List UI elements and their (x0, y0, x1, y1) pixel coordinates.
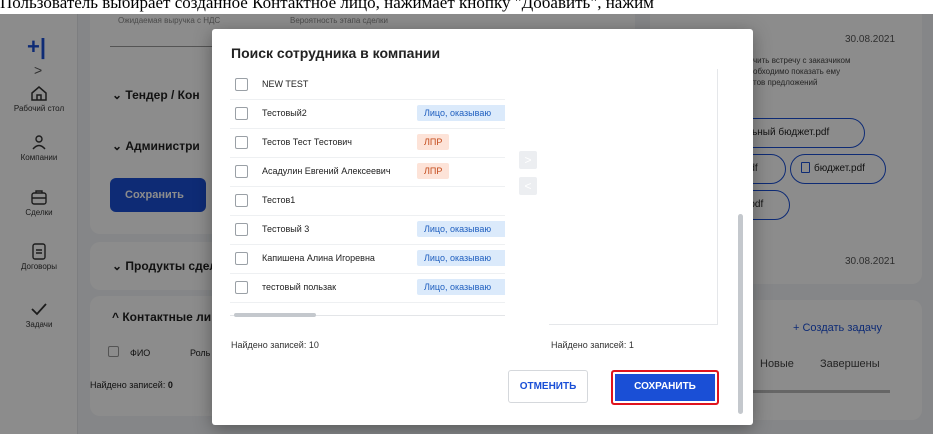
role-tag: Лицо, оказываю (417, 250, 505, 266)
employee-name: Тестов Тест Тестович (262, 137, 352, 147)
employee-name: тестовый пользак (262, 282, 337, 292)
selected-list (549, 69, 718, 325)
employee-list: NEW TEST Тестовый2 Лицо, оказываю Тестов… (230, 71, 505, 321)
dialog-title: Поиск сотрудника в компании (231, 45, 441, 61)
list-item[interactable]: Капишена Алина Игоревна Лицо, оказываю (230, 245, 505, 274)
role-tag: ЛПР (417, 163, 450, 179)
employee-name: Тестовый 3 (262, 224, 310, 234)
row-checkbox[interactable] (235, 107, 248, 120)
employee-name: NEW TEST (262, 79, 309, 89)
found-left: Найдено записей: 10 (231, 340, 319, 350)
caption-text: Пользователь выбирает созданное Контактн… (0, 0, 654, 12)
list-item[interactable]: Асадулин Евгений Алексеевич ЛПР (230, 158, 505, 187)
row-checkbox[interactable] (235, 281, 248, 294)
list-item[interactable]: Тестов Тест Тестович ЛПР (230, 129, 505, 158)
cancel-button[interactable]: ОТМЕНИТЬ (508, 370, 588, 403)
horizontal-scrollbar-thumb[interactable] (234, 313, 316, 317)
employee-name: Тестовый2 (262, 108, 307, 118)
role-tag: Лицо, оказываю (417, 279, 505, 295)
vertical-scrollbar[interactable] (738, 214, 743, 414)
role-tag: ЛПР (417, 134, 450, 150)
row-checkbox[interactable] (235, 78, 248, 91)
row-checkbox[interactable] (235, 194, 248, 207)
list-item[interactable]: NEW TEST (230, 71, 505, 100)
employee-search-dialog: Поиск сотрудника в компании NEW TEST Тес… (212, 29, 753, 425)
row-checkbox[interactable] (235, 165, 248, 178)
employee-name: Тестов1 (262, 195, 296, 205)
move-right-button[interactable]: > (519, 151, 537, 169)
employee-name: Капишена Алина Игоревна (262, 253, 375, 263)
move-left-button[interactable]: < (519, 177, 537, 195)
role-tag: Лицо, оказываю (417, 105, 505, 121)
caption-strip: Пользователь выбирает созданное Контактн… (0, 0, 933, 14)
save-button[interactable]: СОХРАНИТЬ (611, 370, 719, 405)
list-item[interactable]: Тестовый2 Лицо, оказываю (230, 100, 505, 129)
role-tag: Лицо, оказываю (417, 221, 505, 237)
row-divider (230, 302, 505, 303)
row-checkbox[interactable] (235, 223, 248, 236)
found-right: Найдено записей: 1 (551, 340, 634, 350)
list-item[interactable]: тестовый пользак Лицо, оказываю (230, 274, 505, 303)
row-checkbox[interactable] (235, 136, 248, 149)
list-item[interactable]: Тестовый 3 Лицо, оказываю (230, 216, 505, 245)
list-item[interactable]: Тестов1 (230, 187, 505, 216)
employee-name: Асадулин Евгений Алексеевич (262, 166, 391, 176)
row-checkbox[interactable] (235, 252, 248, 265)
